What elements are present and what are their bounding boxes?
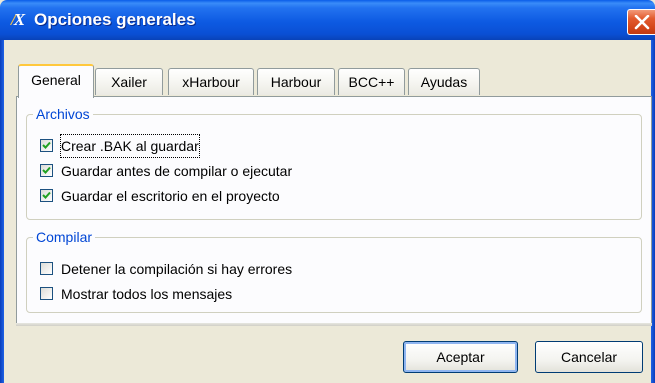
tab-ayudas[interactable]: Ayudas: [408, 68, 480, 95]
window-frame-left: [0, 40, 4, 383]
checkmark-icon: [42, 191, 51, 199]
tab-xharbour[interactable]: xHarbour: [168, 68, 254, 95]
dialog-window: /X Opciones generales General Xailer xHa…: [0, 0, 655, 383]
group-archivos-legend: Archivos: [33, 105, 93, 123]
tab-panel-shade: [16, 323, 652, 326]
accept-button[interactable]: Aceptar: [403, 341, 518, 373]
title-bar[interactable]: /X Opciones generales: [0, 0, 655, 40]
group-compilar-legend: Compilar: [33, 228, 96, 246]
checkmark-icon: [42, 166, 51, 174]
cancel-button[interactable]: Cancelar: [535, 341, 643, 373]
label-guardar-antes: Guardar antes de compilar o ejecutar: [61, 163, 293, 179]
close-button[interactable]: [627, 9, 655, 35]
tab-bccpp[interactable]: BCC++: [338, 68, 405, 95]
label-mostrar-mensajes: Mostrar todos los mensajes: [61, 286, 233, 302]
tab-xailer[interactable]: Xailer: [95, 68, 163, 95]
app-icon-glyph-b: X: [13, 10, 25, 29]
tab-general[interactable]: General: [18, 64, 94, 98]
label-detener-compilacion: Detener la compilación si hay errores: [61, 261, 293, 277]
group-archivos: Archivos Crear .BAK al guardar Guardar a…: [26, 105, 642, 220]
checkbox-guardar-escritorio[interactable]: [40, 189, 53, 202]
checkbox-guardar-antes[interactable]: [40, 164, 53, 177]
tab-strip: General Xailer xHarbour Harbour BCC++ Ay…: [18, 64, 488, 98]
close-icon: [634, 15, 650, 30]
checkmark-icon: [42, 141, 51, 149]
checkbox-crear-bak[interactable]: [40, 139, 53, 152]
label-crear-bak: Crear .BAK al guardar: [60, 134, 200, 158]
app-icon: /X: [11, 10, 33, 30]
checkbox-mostrar-mensajes[interactable]: [40, 287, 53, 300]
window-title: Opciones generales: [34, 10, 196, 29]
tab-harbour[interactable]: Harbour: [257, 68, 335, 95]
group-compilar: Compilar Detener la compilación si hay e…: [26, 228, 642, 313]
label-guardar-escritorio: Guardar el escritorio en el proyecto: [61, 188, 280, 204]
checkbox-detener-compilacion[interactable]: [40, 262, 53, 275]
